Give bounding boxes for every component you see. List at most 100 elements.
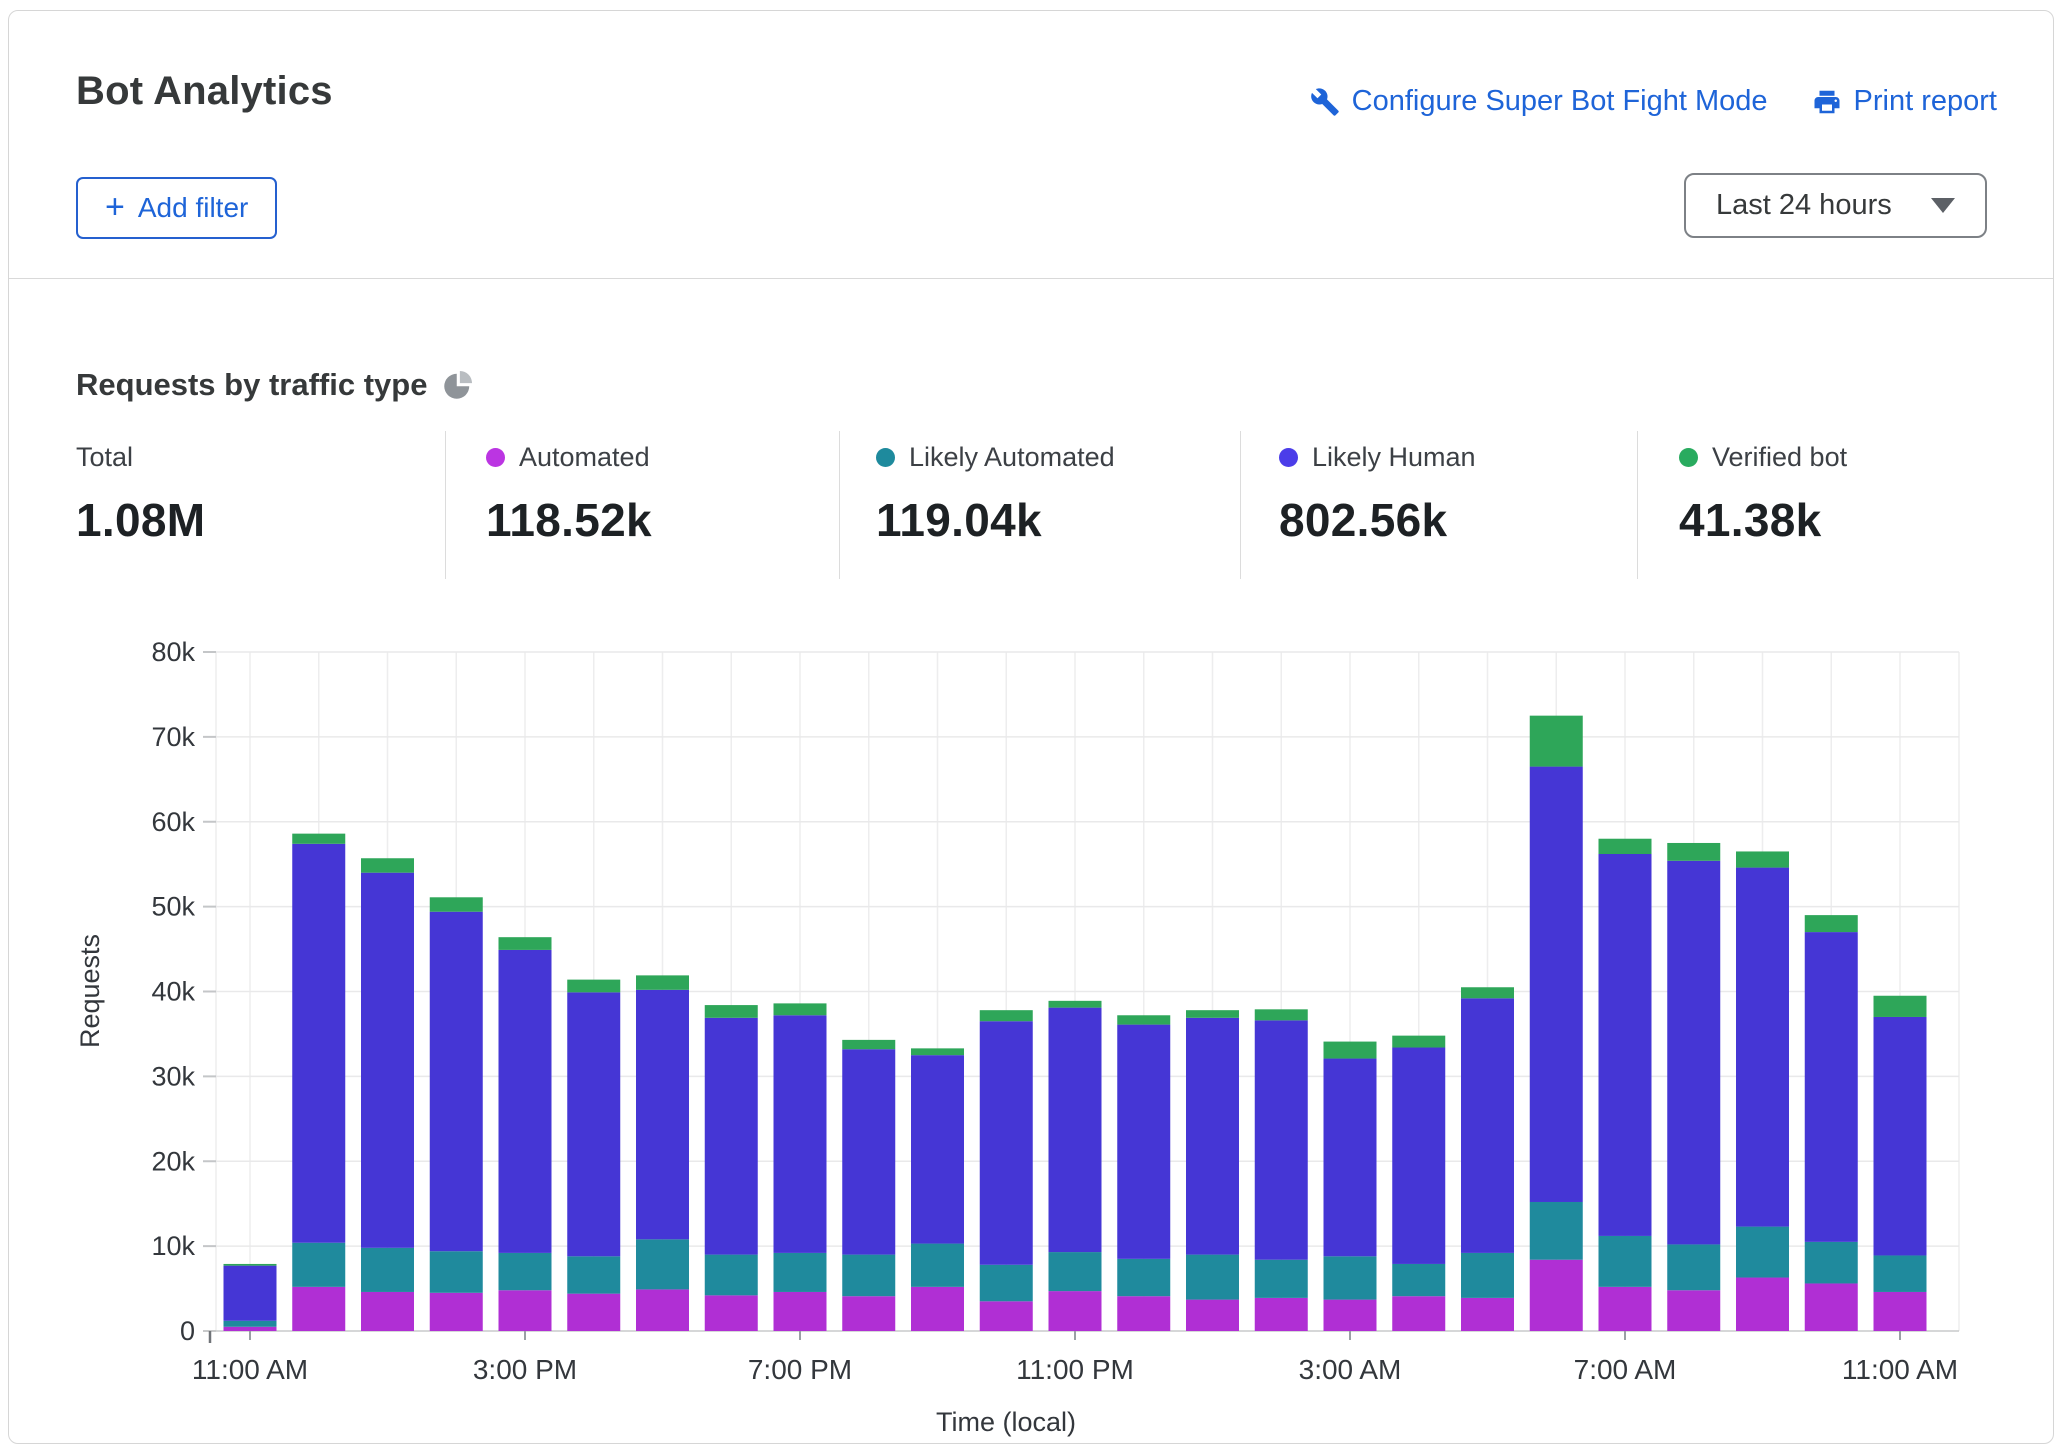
configure-super-bot-fight-mode-link[interactable]: Configure Super Bot Fight Mode (1310, 85, 1768, 118)
bar-segment-likely-human[interactable] (1255, 1020, 1308, 1259)
bar-segment-verified-bot[interactable] (1667, 843, 1720, 861)
bar-segment-verified-bot[interactable] (1324, 1042, 1377, 1059)
bar-segment-automated[interactable] (911, 1287, 964, 1331)
bar-segment-likely-human[interactable] (1874, 1017, 1927, 1255)
bar-segment-likely-automated[interactable] (567, 1256, 620, 1293)
bar-segment-verified-bot[interactable] (1186, 1010, 1239, 1018)
bar-segment-verified-bot[interactable] (636, 975, 689, 989)
bar-segment-verified-bot[interactable] (1736, 851, 1789, 867)
bar-segment-likely-human[interactable] (430, 912, 483, 1252)
bar-segment-automated[interactable] (1667, 1290, 1720, 1331)
bar-segment-likely-automated[interactable] (1530, 1202, 1583, 1260)
bar-segment-likely-human[interactable] (1049, 1008, 1102, 1252)
bar-segment-automated[interactable] (430, 1293, 483, 1331)
bar-segment-likely-automated[interactable] (1186, 1255, 1239, 1300)
bar-segment-verified-bot[interactable] (1530, 716, 1583, 767)
bar-segment-automated[interactable] (1186, 1300, 1239, 1331)
bar-segment-automated[interactable] (1805, 1283, 1858, 1331)
bar-segment-automated[interactable] (1255, 1298, 1308, 1331)
bar-segment-likely-automated[interactable] (705, 1255, 758, 1296)
bar-segment-likely-automated[interactable] (361, 1248, 414, 1292)
bar-segment-likely-automated[interactable] (1324, 1256, 1377, 1299)
bar-segment-verified-bot[interactable] (1805, 915, 1858, 932)
bar-segment-verified-bot[interactable] (1049, 1001, 1102, 1008)
bar-segment-likely-automated[interactable] (1599, 1236, 1652, 1287)
bar-segment-verified-bot[interactable] (705, 1005, 758, 1018)
bar-segment-likely-human[interactable] (1736, 868, 1789, 1227)
bar-segment-likely-automated[interactable] (1049, 1252, 1102, 1291)
bar-segment-automated[interactable] (1049, 1291, 1102, 1331)
bar-segment-automated[interactable] (567, 1294, 620, 1331)
bar-segment-likely-automated[interactable] (980, 1265, 1033, 1301)
bar-segment-likely-automated[interactable] (1805, 1242, 1858, 1284)
bar-segment-automated[interactable] (499, 1290, 552, 1331)
bar-segment-likely-automated[interactable] (1392, 1264, 1445, 1296)
bar-segment-likely-automated[interactable] (1117, 1259, 1170, 1296)
bar-segment-likely-human[interactable] (1599, 854, 1652, 1236)
bar-segment-likely-automated[interactable] (911, 1244, 964, 1287)
bar-segment-automated[interactable] (1324, 1300, 1377, 1331)
bar-segment-automated[interactable] (636, 1289, 689, 1331)
bar-segment-verified-bot[interactable] (1599, 839, 1652, 854)
bar-segment-verified-bot[interactable] (1255, 1009, 1308, 1020)
bar-segment-automated[interactable] (1599, 1287, 1652, 1331)
bar-segment-likely-human[interactable] (1186, 1018, 1239, 1255)
bar-segment-verified-bot[interactable] (911, 1048, 964, 1055)
bar-segment-likely-human[interactable] (636, 990, 689, 1240)
bar-segment-verified-bot[interactable] (980, 1010, 1033, 1021)
bar-segment-verified-bot[interactable] (774, 1003, 827, 1015)
bar-segment-likely-human[interactable] (1530, 767, 1583, 1202)
bar-segment-automated[interactable] (774, 1292, 827, 1331)
bar-segment-likely-automated[interactable] (224, 1321, 277, 1327)
bar-segment-likely-human[interactable] (1392, 1048, 1445, 1264)
bar-segment-automated[interactable] (1874, 1292, 1927, 1331)
bar-segment-verified-bot[interactable] (1874, 996, 1927, 1017)
bar-segment-likely-human[interactable] (224, 1266, 277, 1321)
bar-segment-likely-human[interactable] (1461, 998, 1514, 1253)
bar-segment-verified-bot[interactable] (1461, 987, 1514, 998)
bar-segment-likely-human[interactable] (361, 873, 414, 1248)
bar-segment-verified-bot[interactable] (430, 897, 483, 911)
bar-segment-likely-automated[interactable] (499, 1253, 552, 1290)
bar-segment-likely-automated[interactable] (774, 1253, 827, 1292)
time-range-select[interactable]: Last 24 hours (1684, 173, 1987, 238)
bar-segment-automated[interactable] (224, 1327, 277, 1331)
bar-segment-verified-bot[interactable] (842, 1040, 895, 1049)
bar-segment-likely-automated[interactable] (1255, 1260, 1308, 1298)
bar-segment-likely-automated[interactable] (1874, 1255, 1927, 1291)
bar-segment-likely-human[interactable] (1324, 1059, 1377, 1257)
bar-segment-likely-human[interactable] (911, 1055, 964, 1243)
bar-segment-automated[interactable] (705, 1295, 758, 1331)
bar-segment-verified-bot[interactable] (224, 1264, 277, 1266)
bar-segment-likely-human[interactable] (499, 950, 552, 1253)
bar-segment-likely-human[interactable] (567, 992, 620, 1256)
bar-segment-likely-automated[interactable] (1461, 1253, 1514, 1298)
bar-segment-likely-automated[interactable] (636, 1239, 689, 1289)
bar-segment-likely-human[interactable] (1667, 861, 1720, 1245)
bar-segment-automated[interactable] (292, 1287, 345, 1331)
bar-segment-likely-human[interactable] (1117, 1025, 1170, 1259)
bar-segment-verified-bot[interactable] (1392, 1036, 1445, 1048)
bar-segment-automated[interactable] (1392, 1296, 1445, 1331)
bar-segment-likely-automated[interactable] (842, 1255, 895, 1297)
bar-segment-verified-bot[interactable] (361, 858, 414, 872)
bar-segment-verified-bot[interactable] (1117, 1015, 1170, 1024)
bar-segment-likely-human[interactable] (980, 1021, 1033, 1265)
bar-segment-automated[interactable] (1461, 1298, 1514, 1331)
bar-segment-automated[interactable] (1736, 1278, 1789, 1331)
bar-segment-likely-automated[interactable] (1736, 1227, 1789, 1278)
bar-segment-automated[interactable] (1117, 1296, 1170, 1331)
bar-segment-likely-human[interactable] (842, 1049, 895, 1254)
bar-segment-likely-automated[interactable] (292, 1243, 345, 1287)
bar-segment-verified-bot[interactable] (292, 834, 345, 844)
bar-segment-verified-bot[interactable] (499, 937, 552, 950)
add-filter-button[interactable]: + Add filter (76, 177, 277, 239)
bar-segment-likely-human[interactable] (774, 1015, 827, 1253)
bar-segment-likely-automated[interactable] (430, 1251, 483, 1293)
print-report-link[interactable]: Print report (1812, 85, 1997, 118)
bar-segment-automated[interactable] (980, 1301, 1033, 1331)
bar-segment-likely-human[interactable] (705, 1018, 758, 1255)
bar-segment-automated[interactable] (361, 1292, 414, 1331)
bar-segment-verified-bot[interactable] (567, 980, 620, 993)
bar-segment-likely-automated[interactable] (1667, 1244, 1720, 1290)
